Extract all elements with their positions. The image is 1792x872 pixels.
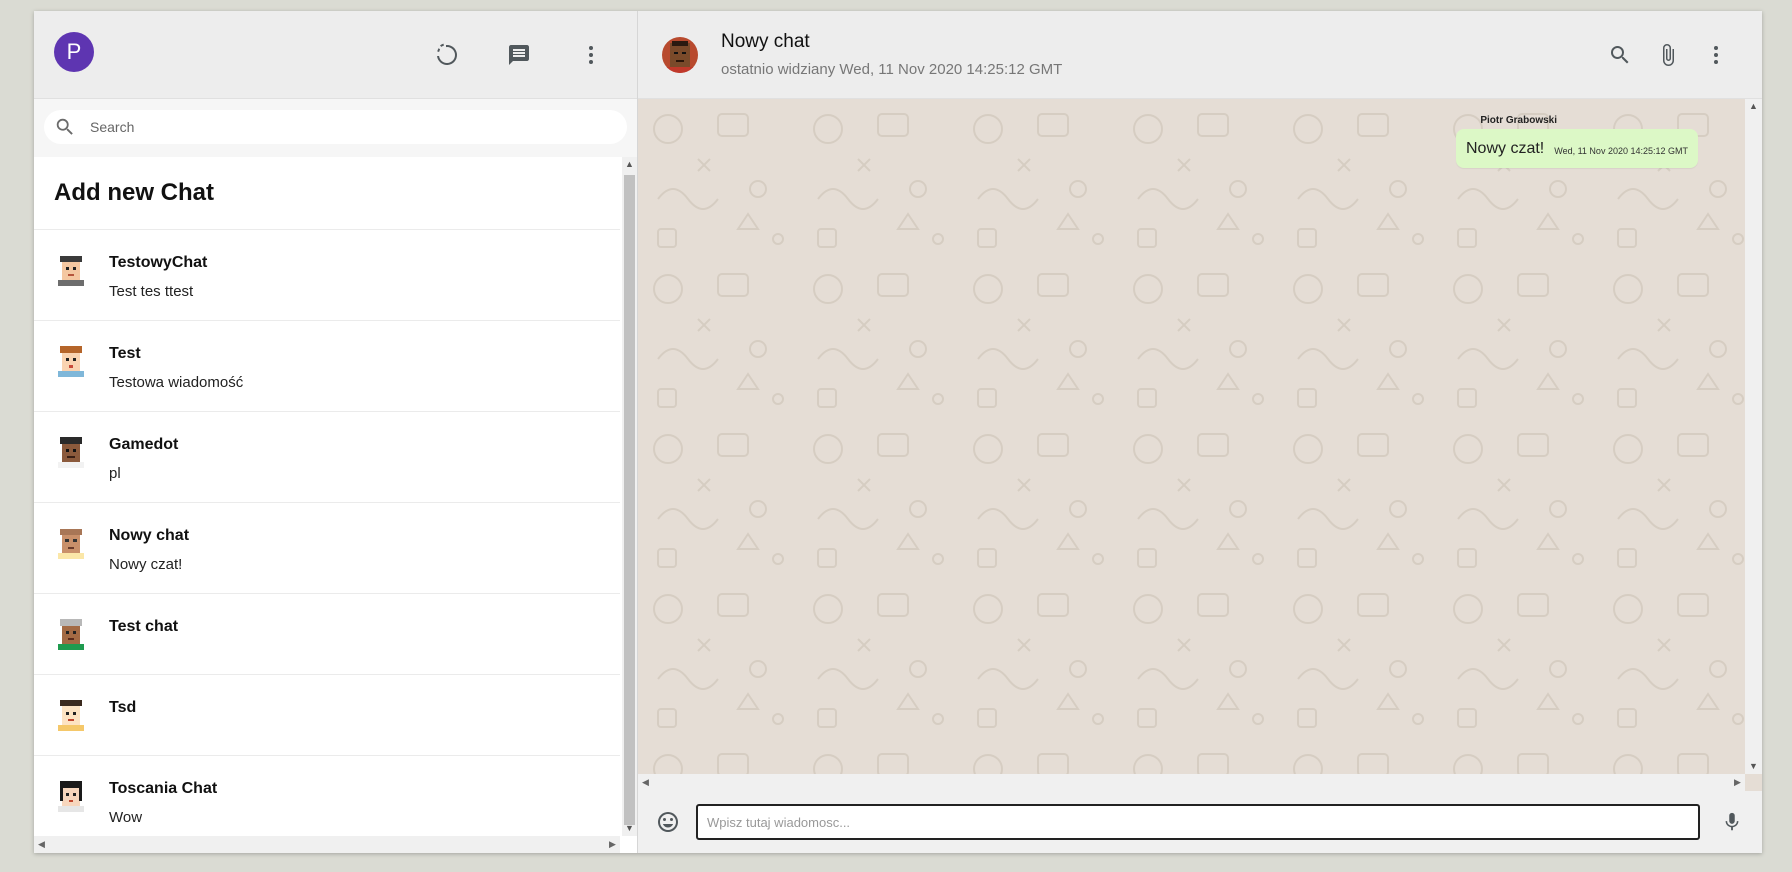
chat-avatar <box>58 529 84 559</box>
search-input[interactable] <box>90 119 590 135</box>
chat-item-test-chat[interactable]: Test chat <box>34 594 620 675</box>
menu-icon <box>1714 45 1718 64</box>
message-list: Piotr Grabowski Nowy czat! Wed, 11 Nov 2… <box>638 99 1745 774</box>
chat-list-hscrollbar[interactable]: ◀ ▶ <box>34 836 620 853</box>
scroll-left-arrow-icon[interactable]: ◀ <box>34 836 49 853</box>
chat-item-tsd[interactable]: Tsd <box>34 675 620 756</box>
chat-last-message: pl <box>109 465 121 482</box>
chat-name: Tsd <box>109 699 137 716</box>
app-window: P Add new Chat <box>34 11 1762 853</box>
mic-icon <box>1725 812 1739 831</box>
scroll-up-arrow-icon[interactable]: ▲ <box>1745 99 1762 114</box>
message-hscrollbar[interactable]: ◀ ▶ <box>638 774 1745 791</box>
attach-button[interactable] <box>1648 35 1688 75</box>
add-new-chat-button[interactable]: Add new Chat <box>34 157 620 230</box>
conversation-title: Nowy chat <box>721 31 810 52</box>
scroll-right-arrow-icon[interactable]: ▶ <box>605 836 620 853</box>
chat-avatar <box>58 781 84 812</box>
sidebar-header: P <box>34 11 637 99</box>
message-text: Nowy czat! <box>1466 140 1545 157</box>
scroll-up-arrow-icon[interactable]: ▲ <box>622 157 637 172</box>
user-avatar[interactable]: P <box>54 31 94 72</box>
message-scrollbar[interactable]: ▲ ▼ <box>1745 99 1762 774</box>
chat-item-testowychat[interactable]: TestowyChat Test tes ttest <box>34 230 620 321</box>
message-input[interactable] <box>696 804 1700 840</box>
chat-name: Test chat <box>109 618 179 635</box>
message-area: Piotr Grabowski Nowy czat! Wed, 11 Nov 2… <box>638 99 1762 791</box>
message-timestamp: Wed, 11 Nov 2020 14:25:12 GMT <box>1554 146 1688 156</box>
chat-avatar <box>58 619 84 650</box>
conversation-avatar[interactable] <box>662 36 698 73</box>
scroll-left-arrow-icon[interactable]: ◀ <box>638 774 653 791</box>
chat-avatar <box>58 346 84 377</box>
search-box <box>44 110 627 144</box>
chat-last-message: Testowa wiadomość <box>109 374 244 391</box>
chat-item-nowy-chat[interactable]: Nowy chat Nowy czat! <box>34 503 620 594</box>
sidebar-menu-button[interactable] <box>571 35 611 75</box>
chat-last-message: Wow <box>109 809 143 826</box>
menu-icon <box>589 45 593 64</box>
message-composer <box>638 791 1762 853</box>
search-messages-button[interactable] <box>1600 35 1640 75</box>
attach-icon <box>1663 43 1674 66</box>
emoji-icon <box>658 812 678 832</box>
chat-list: Add new Chat TestowyChat Test tes ttest <box>34 157 620 836</box>
emoji-button[interactable] <box>648 802 688 842</box>
new-chat-icon <box>509 44 529 65</box>
chat-name: Toscania Chat <box>109 780 218 797</box>
chat-avatar <box>58 437 84 468</box>
scrollbar-thumb[interactable] <box>624 175 635 825</box>
chat-name: Nowy chat <box>109 527 190 544</box>
chat-list-container: Add new Chat TestowyChat Test tes ttest <box>34 157 637 853</box>
last-seen-status: ostatnio widziany Wed, 11 Nov 2020 14:25… <box>721 61 1063 78</box>
chat-list-scrollbar[interactable]: ▲ ▼ <box>622 157 637 836</box>
status-icon <box>437 43 457 65</box>
scroll-down-arrow-icon[interactable]: ▼ <box>1745 759 1762 774</box>
search-icon <box>1611 45 1629 63</box>
chat-name: TestowyChat <box>109 254 208 271</box>
scroll-down-arrow-icon[interactable]: ▼ <box>622 821 637 836</box>
chat-avatar <box>58 700 84 731</box>
chat-name: Gamedot <box>109 436 179 453</box>
message-author: Piotr Grabowski <box>1480 115 1557 126</box>
voice-message-button[interactable] <box>1712 802 1752 842</box>
conversation-menu-button[interactable] <box>1696 35 1736 75</box>
new-chat-button[interactable] <box>499 35 539 75</box>
chat-last-message: Test tes ttest <box>109 283 194 300</box>
scroll-right-arrow-icon[interactable]: ▶ <box>1730 774 1745 791</box>
chat-item-toscania-chat[interactable]: Toscania Chat Wow <box>34 756 620 836</box>
chat-name: Test <box>109 345 141 362</box>
conversation-panel: Nowy chat ostatnio widziany Wed, 11 Nov … <box>638 11 1762 853</box>
add-new-chat-label: Add new Chat <box>54 179 214 206</box>
chat-item-test[interactable]: Test Testowa wiadomość <box>34 321 620 412</box>
search-bar <box>34 99 637 157</box>
conversation-header: Nowy chat ostatnio widziany Wed, 11 Nov … <box>638 11 1762 99</box>
message-bubble[interactable]: Nowy czat! Wed, 11 Nov 2020 14:25:12 GMT <box>1456 129 1698 168</box>
chat-item-gamedot[interactable]: Gamedot pl <box>34 412 620 503</box>
status-button[interactable] <box>427 35 467 75</box>
sidebar: P Add new Chat <box>34 11 638 853</box>
chat-avatar <box>58 256 84 286</box>
chat-last-message: Nowy czat! <box>109 556 183 573</box>
search-icon <box>56 118 73 135</box>
